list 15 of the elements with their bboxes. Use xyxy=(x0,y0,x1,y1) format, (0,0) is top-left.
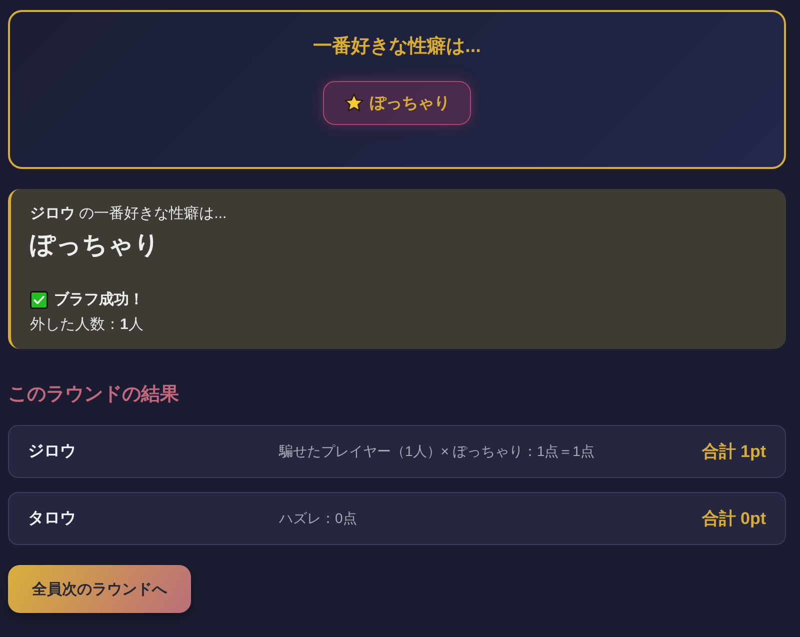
next-round-button[interactable]: 全員次のラウンドへ xyxy=(8,565,191,613)
score-detail: ハズレ：0点 xyxy=(279,510,357,528)
results-title: このラウンドの結果 xyxy=(8,383,180,407)
result-label: ブラフ成功！ xyxy=(54,290,144,310)
score-total: 合計 0pt xyxy=(702,508,766,530)
score-total: 合計 1pt xyxy=(702,441,766,463)
player-name: タロウ xyxy=(28,509,76,529)
choice-button[interactable]: ぽっちゃり xyxy=(323,81,471,125)
answer-text: ぽっちゃり xyxy=(30,230,160,261)
star-icon xyxy=(344,93,364,113)
reveal-heading: ジロウ の一番好きな性癖は... xyxy=(30,204,227,224)
score-detail: 騙せたプレイヤー（1人）× ぽっちゃり：1点＝1点 xyxy=(279,442,594,460)
prompt-title: 一番好きな性癖は... xyxy=(313,35,481,59)
player-name: ジロウ xyxy=(28,442,76,462)
missed-count: 外した人数：1人 xyxy=(30,315,144,335)
